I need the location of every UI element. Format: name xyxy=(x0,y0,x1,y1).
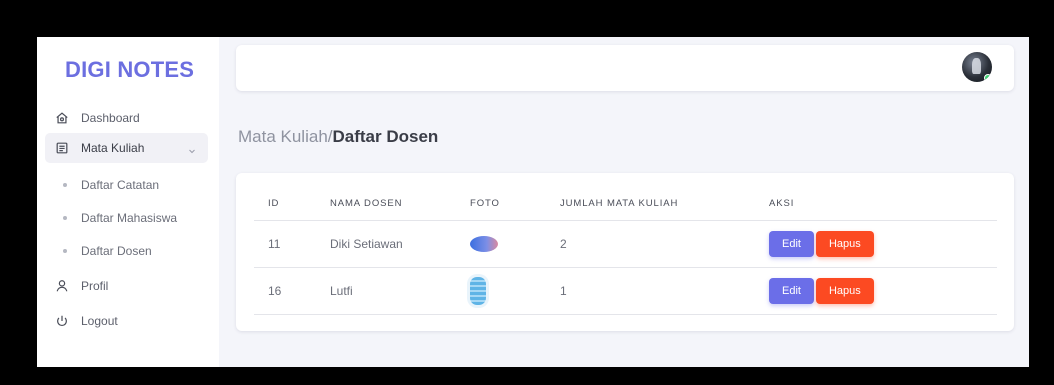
sidebar-item-label: Logout xyxy=(81,314,118,328)
edit-button[interactable]: Edit xyxy=(769,278,814,304)
cell-aksi: Edit Hapus xyxy=(755,267,997,315)
sidebar-item-label: Dashboard xyxy=(81,111,140,125)
column-header-foto: FOTO xyxy=(456,187,546,221)
sidebar: DIGI NOTES Dashboard Mata Kuliah Daftar xyxy=(37,37,219,367)
main-content: Mata Kuliah/Daftar Dosen ID NAMA DOSEN F… xyxy=(219,37,1029,367)
cell-jumlah: 2 xyxy=(546,220,755,268)
dosen-photo xyxy=(470,236,498,252)
sidebar-subitem-label: Daftar Catatan xyxy=(81,178,160,192)
breadcrumb-parent[interactable]: Mata Kuliah/ xyxy=(238,127,333,146)
sidebar-subitem-label: Daftar Mahasiswa xyxy=(81,211,178,225)
sidebar-subitem-daftar-dosen[interactable]: Daftar Dosen xyxy=(45,239,208,263)
sidebar-subitem-daftar-catatan[interactable]: Daftar Catatan xyxy=(45,173,208,197)
bullet-icon xyxy=(63,216,67,220)
cell-nama-dosen: Diki Setiawan xyxy=(316,220,456,268)
cell-id: 11 xyxy=(254,220,316,268)
list-icon xyxy=(55,141,69,155)
sidebar-item-label: Mata Kuliah xyxy=(81,141,145,155)
bullet-icon xyxy=(63,183,67,187)
dosen-photo xyxy=(470,277,486,305)
table-row: 11 Diki Setiawan 2 Edit Hapus xyxy=(254,220,997,268)
delete-button[interactable]: Hapus xyxy=(815,231,874,257)
power-icon xyxy=(55,314,69,328)
cell-foto xyxy=(456,220,546,268)
app-window: DIGI NOTES Dashboard Mata Kuliah Daftar xyxy=(37,37,1029,367)
brand-logo[interactable]: DIGI NOTES xyxy=(65,57,194,83)
column-header-nama-dosen: NAMA DOSEN xyxy=(316,187,456,221)
bullet-icon xyxy=(63,249,67,253)
chevron-down-icon[interactable] xyxy=(188,144,196,154)
column-header-id: ID xyxy=(254,187,316,221)
cell-foto xyxy=(456,267,546,315)
breadcrumb: Mata Kuliah/Daftar Dosen xyxy=(238,127,438,147)
breadcrumb-current: Daftar Dosen xyxy=(332,127,439,146)
avatar[interactable] xyxy=(962,52,992,82)
sidebar-item-label: Profil xyxy=(81,279,109,293)
avatar-image xyxy=(972,58,981,74)
sidebar-subitem-label: Daftar Dosen xyxy=(81,244,152,258)
cell-jumlah: 1 xyxy=(546,267,755,315)
dosen-table: ID NAMA DOSEN FOTO JUMLAH MATA KULIAH AK… xyxy=(254,187,997,315)
table-row: 16 Lutfi 1 Edit Hapus xyxy=(254,267,997,315)
cell-aksi: Edit Hapus xyxy=(755,220,997,268)
edit-button[interactable]: Edit xyxy=(769,231,814,257)
sidebar-subitem-daftar-mahasiswa[interactable]: Daftar Mahasiswa xyxy=(45,206,208,230)
sidebar-item-profil[interactable]: Profil xyxy=(45,271,208,301)
top-navbar xyxy=(236,45,1014,91)
online-status-icon xyxy=(984,74,992,82)
table-header-row: ID NAMA DOSEN FOTO JUMLAH MATA KULIAH AK… xyxy=(254,187,997,221)
sidebar-item-dashboard[interactable]: Dashboard xyxy=(45,103,208,133)
column-header-aksi: AKSI xyxy=(755,187,997,221)
cell-id: 16 xyxy=(254,267,316,315)
delete-button[interactable]: Hapus xyxy=(815,278,874,304)
sidebar-item-mata-kuliah[interactable]: Mata Kuliah xyxy=(45,133,208,163)
home-icon xyxy=(55,111,69,125)
dosen-table-card: ID NAMA DOSEN FOTO JUMLAH MATA KULIAH AK… xyxy=(236,173,1014,331)
column-header-jumlah-mata-kuliah: JUMLAH MATA KULIAH xyxy=(546,187,755,221)
user-icon xyxy=(55,279,69,293)
cell-nama-dosen: Lutfi xyxy=(316,267,456,315)
sidebar-item-logout[interactable]: Logout xyxy=(45,306,208,336)
